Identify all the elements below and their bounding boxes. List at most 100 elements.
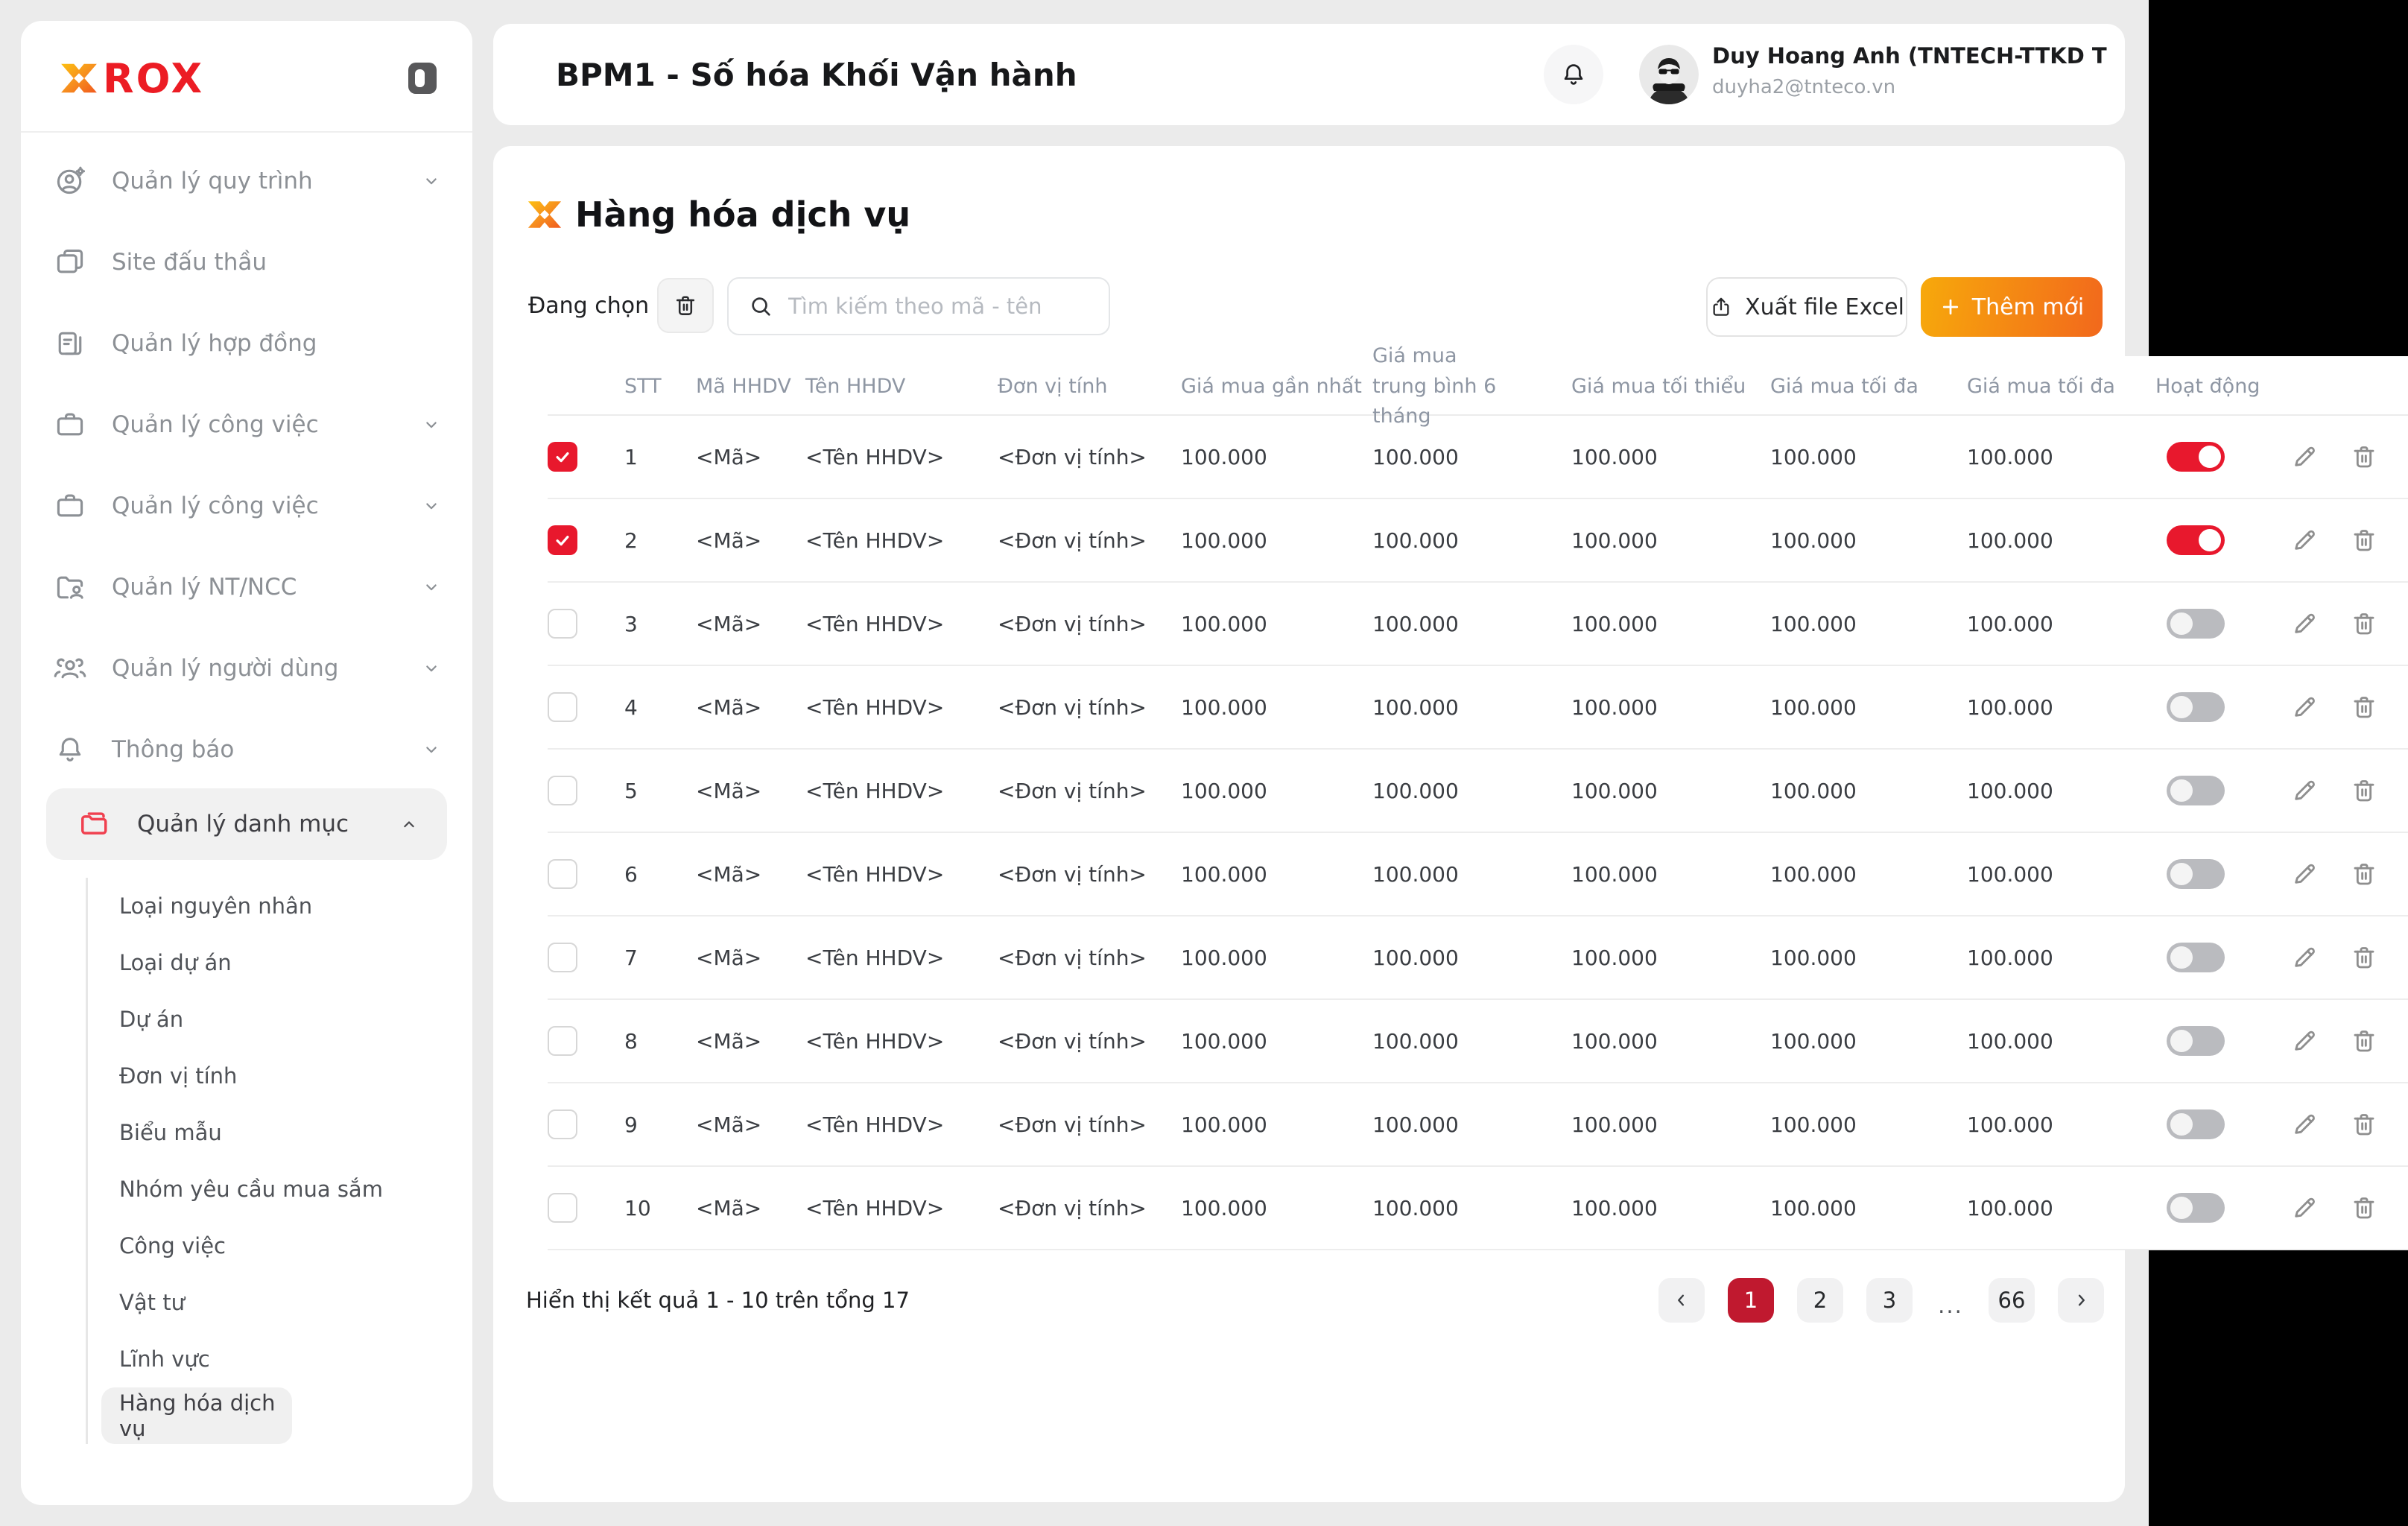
- avatar[interactable]: [1639, 45, 1699, 104]
- row-checkbox[interactable]: [548, 1109, 577, 1139]
- edit-button[interactable]: [2290, 859, 2319, 889]
- sidebar-collapse-button[interactable]: [408, 63, 437, 94]
- active-toggle[interactable]: [2167, 442, 2225, 472]
- cell-gia-mua-trung-binh: 100.000: [1372, 1000, 1571, 1082]
- pencil-icon: [2290, 859, 2319, 889]
- row-checkbox[interactable]: [548, 609, 577, 639]
- page-button[interactable]: 66: [1989, 1278, 2035, 1323]
- sidebar-item-label: Quản lý công việc: [112, 493, 420, 519]
- trash-icon: [2349, 776, 2379, 805]
- active-toggle[interactable]: [2167, 609, 2225, 639]
- sidebar-item[interactable]: Quản lý công việc: [21, 384, 472, 465]
- row-actions: [2155, 666, 2408, 748]
- row-checkbox[interactable]: [548, 1193, 577, 1223]
- add-new-button[interactable]: Thêm mới: [1921, 277, 2103, 337]
- pencil-icon: [2290, 442, 2319, 472]
- edit-button[interactable]: [2290, 1109, 2319, 1139]
- edit-button[interactable]: [2290, 692, 2319, 722]
- app-title: BPM1 - Số hóa Khối Vận hành: [556, 24, 1077, 125]
- cell-gia-mua-toi-da: 100.000: [1770, 666, 1967, 748]
- delete-button[interactable]: [2349, 525, 2379, 555]
- edit-button[interactable]: [2290, 525, 2319, 555]
- sidebar-item[interactable]: Quản lý người dùng: [21, 627, 472, 709]
- edit-button[interactable]: [2290, 442, 2319, 472]
- active-toggle[interactable]: [2167, 1193, 2225, 1223]
- delete-button[interactable]: [2349, 1026, 2379, 1056]
- sidebar-subitem[interactable]: Đơn vị tính: [21, 1048, 472, 1104]
- pagination-prev-button[interactable]: [1658, 1278, 1705, 1323]
- sidebar-item[interactable]: Site đấu thầu: [21, 221, 472, 303]
- sidebar-item[interactable]: Quản lý NT/NCC: [21, 546, 472, 627]
- delete-button[interactable]: [2349, 609, 2379, 639]
- sidebar-subitem[interactable]: Loại nguyên nhân: [21, 878, 472, 934]
- delete-button[interactable]: [2349, 943, 2379, 972]
- edit-button[interactable]: [2290, 609, 2319, 639]
- sidebar-item[interactable]: Quản lý hợp đồng: [21, 303, 472, 384]
- folder-user-icon: [54, 571, 86, 604]
- delete-button[interactable]: [2349, 1193, 2379, 1223]
- cell-gia-mua-trung-binh: 100.000: [1372, 916, 1571, 998]
- sidebar-item[interactable]: Quản lý công việc: [21, 465, 472, 546]
- delete-button[interactable]: [2349, 442, 2379, 472]
- cell-gia-mua-trung-binh: 100.000: [1372, 1083, 1571, 1165]
- active-toggle[interactable]: [2167, 859, 2225, 889]
- sidebar-item[interactable]: Thông báo: [21, 709, 472, 790]
- sidebar-subitem[interactable]: Nhóm yêu cầu mua sắm: [21, 1161, 472, 1218]
- delete-button[interactable]: [2349, 859, 2379, 889]
- edit-button[interactable]: [2290, 1026, 2319, 1056]
- cell-gia-mua-toi-thieu: 100.000: [1571, 750, 1770, 832]
- delete-button[interactable]: [2349, 1109, 2379, 1139]
- sidebar-item[interactable]: Quản lý quy trình: [21, 140, 472, 221]
- row-checkbox[interactable]: [548, 1026, 577, 1056]
- cell-don-vi-tinh: <Đơn vị tính>: [998, 416, 1181, 498]
- cell-ma-hhdv: <Mã>: [696, 1000, 805, 1082]
- cell-ten-hhdv: <Tên HHDV>: [805, 666, 998, 748]
- active-toggle[interactable]: [2167, 525, 2225, 555]
- sidebar-subitem[interactable]: Biểu mẫu: [21, 1104, 472, 1161]
- edit-button[interactable]: [2290, 1193, 2319, 1223]
- row-actions: [2155, 416, 2408, 498]
- export-excel-button[interactable]: Xuất file Excel: [1706, 277, 1907, 337]
- data-table: STTMã HHDVTên HHDVĐơn vị tínhGiá mua gần…: [548, 341, 2408, 1250]
- row-checkbox[interactable]: [548, 525, 577, 555]
- sidebar-subitem-label: Biểu mẫu: [119, 1120, 222, 1145]
- sidebar-subitem[interactable]: Lĩnh vực: [21, 1331, 472, 1387]
- sidebar-subitem-hang-hoa-dich-vu[interactable]: Hàng hóa dịch vụ: [101, 1387, 292, 1444]
- active-toggle[interactable]: [2167, 692, 2225, 722]
- row-checkbox[interactable]: [548, 442, 577, 472]
- sidebar-subitem[interactable]: Công việc: [21, 1218, 472, 1274]
- pencil-icon: [2290, 525, 2319, 555]
- bell-icon: [1559, 60, 1588, 89]
- delete-button[interactable]: [2349, 692, 2379, 722]
- active-toggle[interactable]: [2167, 943, 2225, 972]
- sidebar-subitem-label: Loại nguyên nhân: [119, 893, 312, 919]
- sidebar-subitem[interactable]: Dự án: [21, 991, 472, 1048]
- cell-gia-mua-toi-da: 100.000: [1770, 750, 1967, 832]
- sidebar-subitem-label: Nhóm yêu cầu mua sắm: [119, 1177, 383, 1202]
- notifications-button[interactable]: [1544, 45, 1603, 104]
- sidebar-item-label: Quản lý người dùng: [112, 655, 420, 682]
- active-toggle[interactable]: [2167, 1026, 2225, 1056]
- search-input[interactable]: [787, 293, 1109, 320]
- row-actions: [2155, 833, 2408, 915]
- active-toggle[interactable]: [2167, 776, 2225, 805]
- row-checkbox[interactable]: [548, 776, 577, 805]
- bulk-delete-button[interactable]: [657, 278, 714, 333]
- row-checkbox[interactable]: [548, 859, 577, 889]
- row-actions: [2155, 916, 2408, 998]
- row-checkbox[interactable]: [548, 943, 577, 972]
- rox-logo-text: ROX: [103, 55, 204, 102]
- sidebar-subitem[interactable]: Loại dự án: [21, 934, 472, 991]
- cell-gia-mua-toi-da-2: 100.000: [1967, 750, 2155, 832]
- page-button[interactable]: 2: [1797, 1278, 1843, 1323]
- sidebar-subitem[interactable]: Vật tư: [21, 1274, 472, 1331]
- page-button-active[interactable]: 1: [1728, 1278, 1774, 1323]
- page-button[interactable]: 3: [1866, 1278, 1913, 1323]
- edit-button[interactable]: [2290, 943, 2319, 972]
- pagination-next-button[interactable]: [2058, 1278, 2104, 1323]
- active-toggle[interactable]: [2167, 1109, 2225, 1139]
- edit-button[interactable]: [2290, 776, 2319, 805]
- row-checkbox[interactable]: [548, 692, 577, 722]
- sidebar-item-quan-ly-danh-muc[interactable]: Quản lý danh mục: [46, 788, 447, 860]
- delete-button[interactable]: [2349, 776, 2379, 805]
